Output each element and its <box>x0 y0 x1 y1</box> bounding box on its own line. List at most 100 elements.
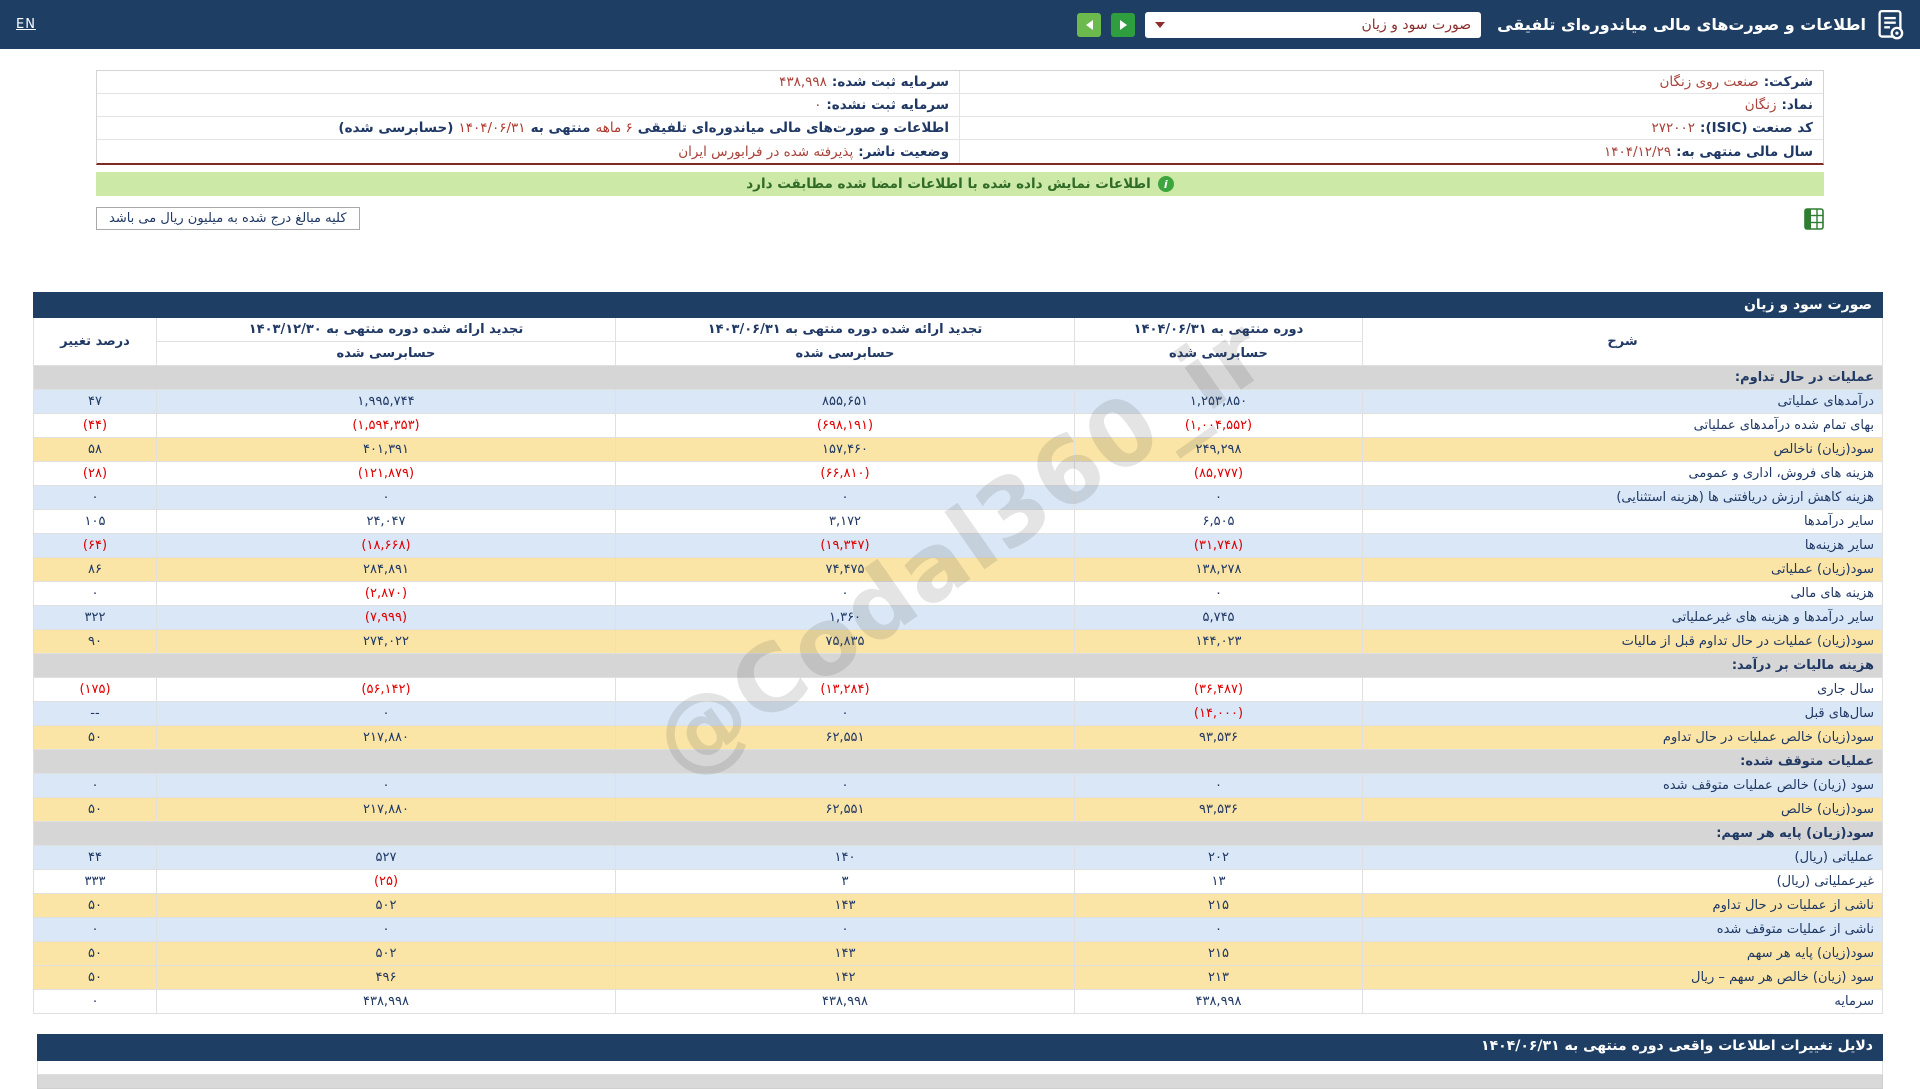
row-value: ۵۰۲ <box>157 894 616 918</box>
row-value: ۲۰۲ <box>1075 846 1363 870</box>
audited-label: حسابرسی شده <box>616 342 1075 366</box>
column-header-period-current: دوره منتهی به ۱۴۰۴/۰۶/۳۱ <box>1075 318 1363 342</box>
row-value: (۱,۵۹۴,۳۵۳) <box>157 414 616 438</box>
row-label: غیرعملیاتی (ریال) <box>1363 870 1883 894</box>
row-value: ۵۰ <box>33 966 156 990</box>
table-row: سود(زیان) عملیات در حال تداوم قبل از مال… <box>33 630 1882 654</box>
row-value: ۱۴۴,۰۲۳ <box>1075 630 1363 654</box>
section-label: عملیات متوقف شده: <box>33 750 1882 774</box>
registered-capital-value: ۴۳۸,۹۹۸ <box>779 74 827 90</box>
row-label: سود (زیان) خالص هر سهم – ریال <box>1363 966 1883 990</box>
table-row: بهای تمام شده درآمدهای عملیاتی(۱,۰۰۴,۵۵۲… <box>33 414 1882 438</box>
row-value: ۲۱۷,۸۸۰ <box>157 726 616 750</box>
excel-export-icon[interactable] <box>1804 208 1824 230</box>
row-value: ۸۵۵,۶۵۱ <box>616 390 1075 414</box>
section-label: سود(زیان) پایه هر سهم: <box>33 822 1882 846</box>
statement-nav-forward-button[interactable] <box>1111 13 1135 37</box>
section-label: هزینه مالیات بر درآمد: <box>33 654 1882 678</box>
company-value: صنعت روی زنگان <box>1660 74 1759 90</box>
audited-label: حسابرسی شده <box>1075 342 1363 366</box>
row-value: (۱۹,۳۴۷) <box>616 534 1075 558</box>
section-label: عملیات در حال تداوم: <box>33 366 1882 390</box>
table-row: سرمایه۴۳۸,۹۹۸۴۳۸,۹۹۸۴۳۸,۹۹۸۰ <box>33 990 1882 1014</box>
row-value: ۳,۱۷۲ <box>616 510 1075 534</box>
report-icon <box>1876 10 1904 40</box>
fiscal-year-row: سال مالی منتهی به: ۱۴۰۴/۱۲/۲۹ <box>960 140 1823 163</box>
issuer-status-row: وضعیت ناشر: پذیرفته شده در فرابورس ایران <box>97 140 960 163</box>
row-value: ۵۸ <box>33 438 156 462</box>
table-row: سود(زیان) ناخالص۲۴۹,۲۹۸۱۵۷,۴۶۰۴۰۱,۳۹۱۵۸ <box>33 438 1882 462</box>
row-value: ۳ <box>616 870 1075 894</box>
statement-select[interactable]: صورت سود و زیان <box>1145 12 1481 38</box>
table-title: صورت سود و زیان <box>33 293 1882 318</box>
row-value: (۲۸) <box>33 462 156 486</box>
row-value: ۰ <box>1075 774 1363 798</box>
statement-period-middle: منتهی به <box>531 120 591 136</box>
row-value: ۹۰ <box>33 630 156 654</box>
row-label: سود(زیان) خالص <box>1363 798 1883 822</box>
statement-period-suffix: (حسابرسی شده) <box>338 120 453 136</box>
row-value: (۴۴) <box>33 414 156 438</box>
row-value: ۹۳,۵۳۶ <box>1075 726 1363 750</box>
row-label: سود(زیان) عملیات در حال تداوم قبل از مال… <box>1363 630 1883 654</box>
row-value: ۴۹۶ <box>157 966 616 990</box>
row-value: ۴۰۱,۳۹۱ <box>157 438 616 462</box>
row-value: (۱۳,۲۸۴) <box>616 678 1075 702</box>
row-value: ۲۱۳ <box>1075 966 1363 990</box>
row-value: (۱۷۵) <box>33 678 156 702</box>
table-row: عملیاتی (ریال)۲۰۲۱۴۰۵۲۷۴۴ <box>33 846 1882 870</box>
top-navbar: اطلاعات و صورت‌های مالی میاندوره‌ای تلفی… <box>0 0 1920 49</box>
table-row: سود (زیان) خالص هر سهم – ریال۲۱۳۱۴۲۴۹۶۵۰ <box>33 966 1882 990</box>
chevron-left-icon <box>1086 20 1093 30</box>
row-value: (۲,۸۷۰) <box>157 582 616 606</box>
footer-empty-row <box>37 1061 1883 1075</box>
table-header-row: شرح دوره منتهی به ۱۴۰۴/۰۶/۳۱ تجدید ارائه… <box>33 318 1882 342</box>
table-row: ناشی از عملیات متوقف شده۰۰۰۰ <box>33 918 1882 942</box>
row-label: بهای تمام شده درآمدهای عملیاتی <box>1363 414 1883 438</box>
statement-nav-back-button[interactable] <box>1077 13 1101 37</box>
chevron-right-icon <box>1120 20 1127 30</box>
row-value: ۰ <box>1075 582 1363 606</box>
row-value: ۰ <box>157 702 616 726</box>
row-value: ۵۰۲ <box>157 942 616 966</box>
company-label: شرکت: <box>1764 74 1813 90</box>
row-value: ۰ <box>33 582 156 606</box>
row-value: ۱,۳۶۰ <box>616 606 1075 630</box>
table-row: سایر درآمدها۶,۵۰۵۳,۱۷۲۲۴,۰۴۷۱۰۵ <box>33 510 1882 534</box>
row-label: سرمایه <box>1363 990 1883 1014</box>
row-value: ۰ <box>33 990 156 1014</box>
chevron-down-icon <box>1155 22 1165 28</box>
row-value: ۰ <box>616 774 1075 798</box>
changes-reasons-section: دلایل تغییرات اطلاعات واقعی دوره منتهی ب… <box>37 1034 1883 1089</box>
column-header-period-restated-annual: تجدید ارائه شده دوره منتهی به ۱۴۰۳/۱۲/۳۰ <box>157 318 616 342</box>
row-value: ۱۴۳ <box>616 942 1075 966</box>
table-section-row: هزینه مالیات بر درآمد: <box>33 654 1882 678</box>
table-row: سود(زیان) عملیاتی۱۳۸,۲۷۸۷۴,۴۷۵۲۸۴,۸۹۱۸۶ <box>33 558 1882 582</box>
row-value: (۶۴) <box>33 534 156 558</box>
row-label: هزینه های فروش، اداری و عمومی <box>1363 462 1883 486</box>
row-value: ۰ <box>616 486 1075 510</box>
table-row: سود(زیان) خالص عملیات در حال تداوم۹۳,۵۳۶… <box>33 726 1882 750</box>
row-value: (۱۲۱,۸۷۹) <box>157 462 616 486</box>
isic-value: ۲۷۲۰۰۲ <box>1652 120 1696 136</box>
info-icon: i <box>1158 176 1174 192</box>
symbol-row: نماد: زنگان <box>960 94 1823 117</box>
row-label: سایر هزینه‌ها <box>1363 534 1883 558</box>
row-value: (۳۱,۷۴۸) <box>1075 534 1363 558</box>
symbol-label: نماد: <box>1781 97 1813 113</box>
fiscal-year-value: ۱۴۰۴/۱۲/۲۹ <box>1604 144 1671 160</box>
column-header-period-restated-halfyear: تجدید ارائه شده دوره منتهی به ۱۴۰۳/۰۶/۳۱ <box>616 318 1075 342</box>
row-value: ۲۱۷,۸۸۰ <box>157 798 616 822</box>
profit-loss-table: صورت سود و زیان شرح دوره منتهی به ۱۴۰۴/۰… <box>33 292 1883 1014</box>
row-value: ۰ <box>157 918 616 942</box>
isic-row: کد صنعت (ISIC): ۲۷۲۰۰۲ <box>960 117 1823 140</box>
row-label: هزینه های مالی <box>1363 582 1883 606</box>
row-value: ۱۵۷,۴۶۰ <box>616 438 1075 462</box>
language-toggle-en[interactable]: EN <box>16 17 36 32</box>
table-section-row: عملیات متوقف شده: <box>33 750 1882 774</box>
table-row: هزینه های مالی۰۰(۲,۸۷۰)۰ <box>33 582 1882 606</box>
symbol-value: زنگان <box>1745 97 1777 113</box>
row-value: ۷۵,۸۳۵ <box>616 630 1075 654</box>
row-label: سایر درآمدها <box>1363 510 1883 534</box>
row-value: ۵۰ <box>33 942 156 966</box>
